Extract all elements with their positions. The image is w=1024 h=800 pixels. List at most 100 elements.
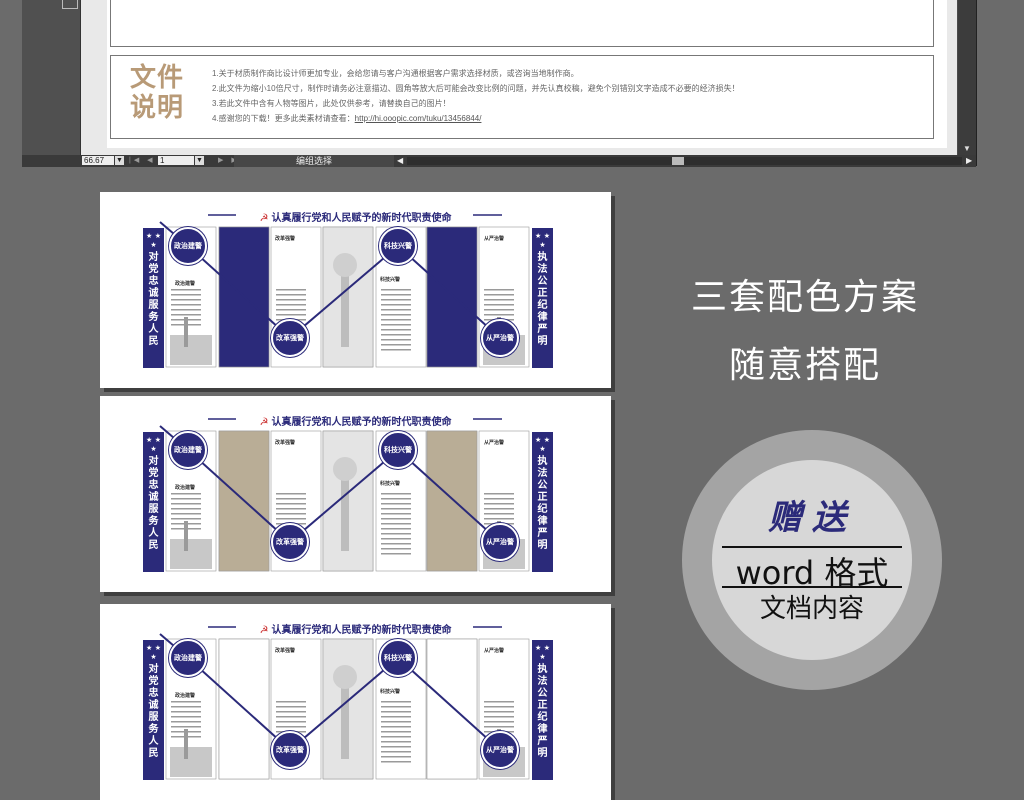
circle-2: 改革强警 [271, 319, 309, 357]
text-line [171, 706, 201, 708]
text-line [171, 711, 201, 713]
text-line [381, 299, 411, 301]
text-line [484, 726, 514, 728]
circle-1: 政治建警 [169, 431, 207, 469]
banner-left: ★ ★ ★ 对党忠诚 服务人民 [143, 228, 164, 368]
subhead-4: 从严治警 [484, 648, 505, 654]
zoom-value: 66.67 [84, 156, 105, 165]
circle-3: 科技兴警 [379, 639, 417, 677]
text-line [381, 319, 411, 321]
board-white[interactable]: ☭ 认真履行党和人民赋予的新时代职责使命 政治建警 改革强警 科技兴警 从严治警 政治建警改… [100, 604, 611, 800]
note-line-4-text: 4.感谢您的下载！更多此类素材请查看： [212, 114, 355, 123]
caption-line-1: 三套配色方案 [690, 277, 919, 318]
banner-right: ★ ★ ★ 执法公正 纪律严明 [532, 640, 553, 780]
note-link[interactable]: http://hi.ooopic.com/tuku/13456844/ [355, 114, 482, 123]
board-khaki[interactable]: ☭ 认真履行党和人民赋予的新时代职责使命 政治建警 改革强警 科技兴警 从严治警 政治建警改… [100, 396, 611, 592]
text-line [171, 731, 201, 733]
first-prev-page-icons[interactable]: |◀ ◀ [129, 155, 156, 167]
text-line [171, 518, 201, 520]
circle-2: 改革强警 [271, 731, 309, 769]
text-line [276, 513, 306, 515]
banner-stars-icon: ★ ★ ★ [146, 232, 161, 249]
text-line [484, 513, 514, 515]
subhead-1: 政治建警 [175, 281, 196, 287]
caption-line-2: 随意搭配 [728, 345, 881, 386]
page-field[interactable]: 1 [158, 156, 194, 165]
tool-panel [22, 0, 81, 155]
text-line [484, 314, 514, 316]
text-line [484, 299, 514, 301]
feature-panel-6 [426, 638, 478, 780]
text-line [171, 523, 201, 525]
note-title-line1: 文件 [130, 62, 185, 92]
vertical-scrollbar[interactable]: ▼ [958, 0, 976, 155]
text-line [381, 538, 411, 540]
text-line [381, 498, 411, 500]
text-line [484, 518, 514, 520]
text-line [381, 746, 411, 748]
text-line [484, 503, 514, 505]
panel-collapse-icon[interactable] [62, 0, 78, 9]
scroll-left-icon[interactable]: ◀ [397, 155, 403, 167]
text-line [171, 299, 201, 301]
banner-right: ★ ★ ★ 执法公正 纪律严明 [532, 432, 553, 572]
text-line [381, 344, 411, 346]
text-line [171, 493, 201, 495]
text-line [276, 299, 306, 301]
selection-mode[interactable]: 编组选择 [234, 155, 394, 167]
subhead-2: 改革强警 [275, 236, 296, 242]
text-line [381, 543, 411, 545]
text-line [381, 751, 411, 753]
feature-panel-6 [426, 226, 478, 368]
page-dropdown-icon[interactable]: ▼ [195, 156, 204, 165]
banner-left: ★ ★ ★ 对党忠诚 服务人民 [143, 640, 164, 780]
artboard-frame-top [110, 0, 934, 47]
zoom-field[interactable]: 66.67 [82, 156, 114, 165]
subhead-3: 科技兴警 [380, 277, 401, 283]
temple-image [170, 747, 212, 777]
text-line [381, 533, 411, 535]
text-line [484, 294, 514, 296]
circle-1: 政治建警 [169, 227, 207, 265]
text-line [381, 289, 411, 291]
subhead-3: 科技兴警 [380, 689, 401, 695]
text-line [484, 706, 514, 708]
banner-stars-icon: ★ ★ ★ [535, 644, 550, 661]
temple-tower [184, 729, 188, 759]
editor-screenshot: 文件 说明 1.关于材质制作商比设计师更加专业，会给您请与客户沟通根据客户需求选… [0, 0, 1024, 172]
feature-panel-6 [426, 430, 478, 572]
scroll-right-icon[interactable]: ▶ [966, 155, 972, 167]
circle-2: 改革强警 [271, 523, 309, 561]
text-line [381, 294, 411, 296]
banner-text: 执法公正 纪律严明 [537, 252, 548, 347]
text-line [276, 503, 306, 505]
banner-text: 执法公正 纪律严明 [537, 664, 548, 759]
scroll-down-icon[interactable]: ▼ [963, 144, 971, 153]
circle-3: 科技兴警 [379, 227, 417, 265]
horizontal-scrollbar[interactable] [407, 157, 962, 165]
text-line [381, 726, 411, 728]
text-line [484, 493, 514, 495]
status-bar: 66.67 ▼ |◀ ◀ 1 ▼ ▶ ▶| 编组选择 ◀ ▶ [22, 155, 976, 167]
horizontal-scroll-thumb[interactable] [672, 157, 684, 165]
text-line [171, 726, 201, 728]
text-line [381, 349, 411, 351]
text-line [171, 701, 201, 703]
text-line [484, 498, 514, 500]
text-line [381, 518, 411, 520]
banner-stars-icon: ★ ★ ★ [535, 436, 550, 453]
text-line [276, 314, 306, 316]
badge-gift-text: 赠送 [768, 498, 856, 538]
note-line-2: 2.此文件为缩小10倍尺寸，制作时请务必注意描边、圆角等放大后可能会改变比例的问… [212, 84, 740, 93]
text-line [381, 309, 411, 311]
text-line [381, 761, 411, 763]
text-line [381, 513, 411, 515]
text-line [276, 518, 306, 520]
board-blue[interactable]: ☭ 认真履行党和人民赋予的新时代职责使命 政治建警 改革强警 科技兴警 从严治警 政治建警改… [100, 192, 611, 388]
circle-3: 科技兴警 [379, 431, 417, 469]
temple-tower [184, 521, 188, 551]
monument-top [333, 253, 357, 277]
text-line [171, 503, 201, 505]
zoom-dropdown-icon[interactable]: ▼ [115, 156, 124, 165]
text-line [381, 711, 411, 713]
